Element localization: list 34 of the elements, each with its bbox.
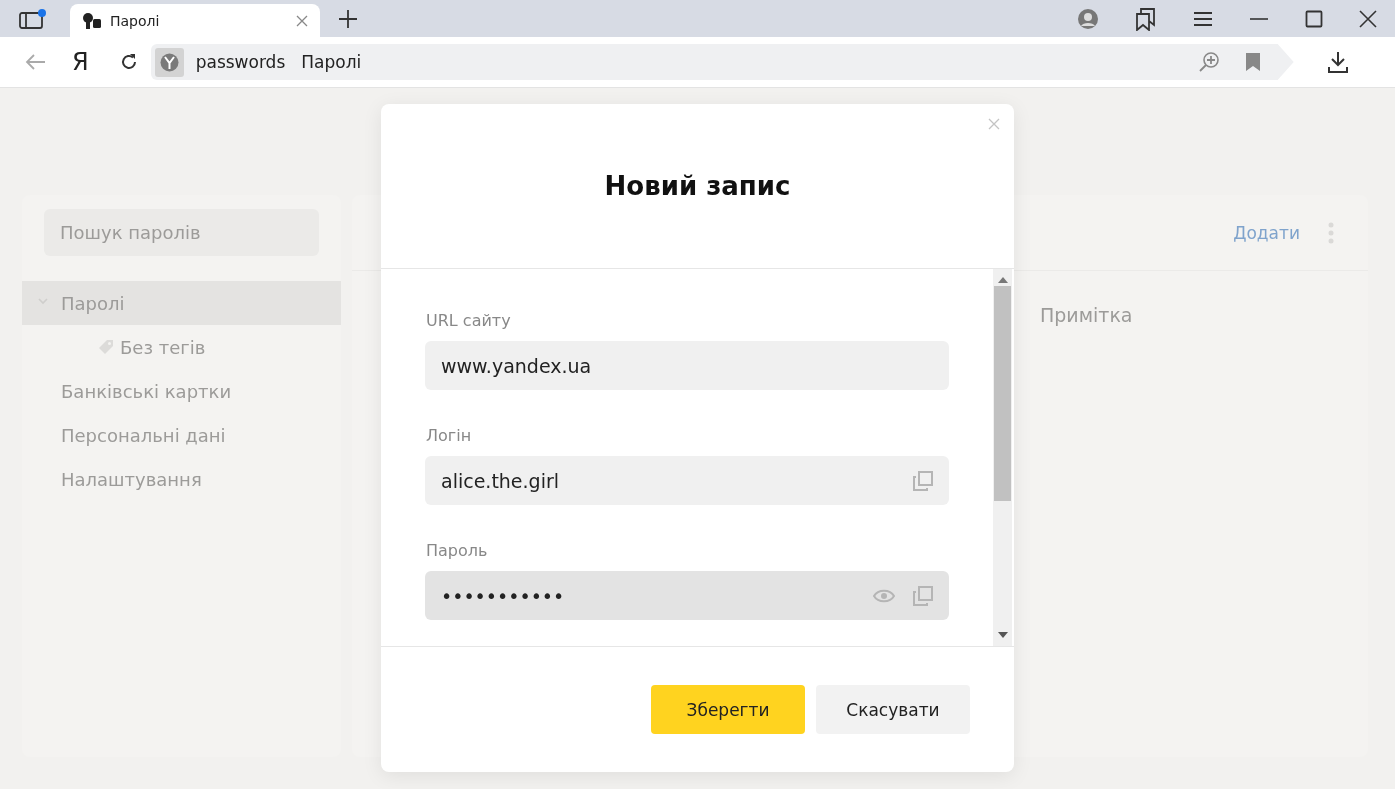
tag-icon [98, 339, 114, 355]
scroll-down-icon[interactable] [997, 632, 1008, 638]
close-icon[interactable] [1359, 9, 1377, 28]
scrollbar-thumb[interactable] [994, 286, 1011, 501]
address-host: passwords [195, 52, 286, 72]
back-arrow-icon[interactable] [24, 53, 46, 71]
column-header: Примітка [1040, 304, 1134, 326]
field-label: Пароль [426, 541, 489, 561]
new-tab-icon[interactable] [338, 9, 358, 29]
login-field[interactable]: alice.the.girl [425, 456, 949, 505]
field-label: Логін [426, 426, 473, 446]
download-icon[interactable] [1327, 51, 1348, 73]
zoom-in-icon[interactable] [1197, 51, 1220, 73]
browser-tab[interactable]: Паролі [70, 4, 320, 37]
site-badge-icon [154, 47, 184, 77]
field-label: URL сайту [426, 311, 512, 331]
cancel-button[interactable]: Скасувати [816, 685, 970, 734]
copy-icon[interactable] [913, 470, 933, 491]
maximize-icon[interactable] [1305, 9, 1323, 28]
sidebar-toggle-icon[interactable] [18, 8, 48, 30]
text-field[interactable]: www.yandex.ua [425, 341, 949, 390]
tab-favicon-icon [82, 11, 102, 30]
menu-icon[interactable] [1193, 10, 1213, 27]
address-page-title: Паролі [301, 52, 362, 72]
bookmark-icon[interactable] [1245, 53, 1260, 71]
dialog-title: Новий запис [604, 171, 791, 201]
tab-title: Паролі [110, 12, 161, 29]
address-bar[interactable]: passwords Паролі [150, 44, 1294, 80]
bookmarks-icon[interactable] [1135, 6, 1157, 31]
profile-icon[interactable] [1077, 7, 1099, 30]
search-field[interactable]: Пошук паролів [44, 209, 319, 256]
save-button[interactable]: Зберегти [651, 685, 805, 734]
scroll-up-icon[interactable] [997, 277, 1008, 283]
browser-logo[interactable]: Я [72, 48, 89, 76]
